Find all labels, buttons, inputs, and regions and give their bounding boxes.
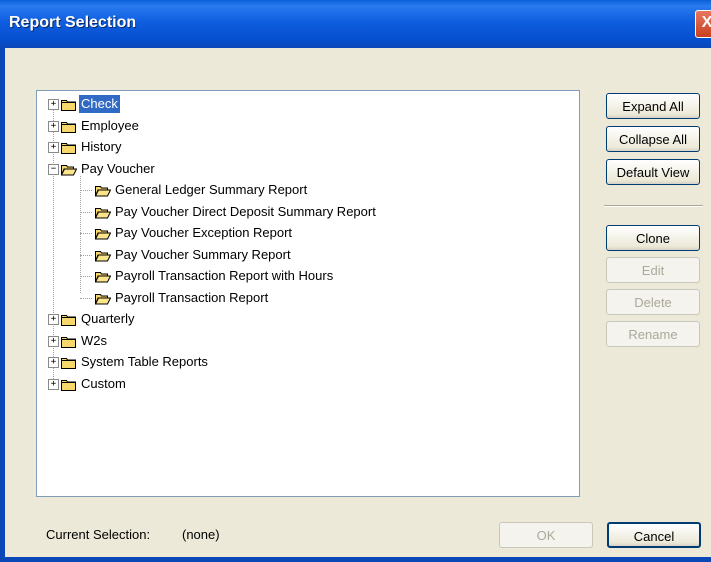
folder-open-icon [94, 292, 112, 304]
tree-child-node[interactable]: Payroll Transaction Report with Hours [37, 267, 579, 285]
collapse-all-button[interactable]: Collapse All [606, 126, 700, 152]
edit-button[interactable]: Edit [606, 257, 700, 283]
rename-button[interactable]: Rename [606, 321, 700, 347]
tree-node-label: Custom [81, 375, 126, 391]
tree-child-label: Pay Voucher Summary Report [115, 246, 291, 262]
tree-node[interactable]: + History [37, 138, 579, 156]
expand-toggle-icon[interactable]: + [48, 314, 59, 325]
tree-child-node[interactable]: Pay Voucher Summary Report [37, 246, 579, 264]
tree-node[interactable]: + Quarterly [37, 310, 579, 328]
default-view-button[interactable]: Default View [606, 159, 700, 185]
tree-node-label: Pay Voucher [81, 160, 155, 176]
clone-button[interactable]: Clone [606, 225, 700, 251]
folder-open-icon [94, 227, 112, 240]
tree-child-label: Pay Voucher Exception Report [115, 225, 293, 240]
tree-node-label: System Table Reports [81, 354, 208, 369]
cancel-button[interactable]: Cancel [607, 522, 701, 548]
tree-node-label: Check [79, 95, 120, 113]
folder-open-icon [94, 249, 112, 261]
tree-node[interactable]: + W2s [37, 332, 579, 350]
tree-node-label: Quarterly [81, 311, 135, 326]
folder-icon [61, 356, 77, 369]
expand-toggle-icon[interactable]: + [48, 378, 59, 390]
window-frame-left [0, 48, 5, 562]
folder-icon [61, 98, 77, 111]
expand-toggle-icon[interactable]: + [48, 120, 59, 132]
tree-child-label: Pay Voucher Direct Deposit Summary Repor… [115, 203, 376, 219]
current-selection-label: Current Selection: [46, 527, 151, 542]
folder-icon [61, 141, 77, 154]
tree-connector-line [80, 190, 92, 191]
delete-button[interactable]: Delete [606, 289, 700, 315]
report-selection-dialog: Report Selection X + Check + Employee + Histo… [0, 0, 711, 562]
close-button[interactable]: X [695, 10, 711, 38]
tree-child-label: General Ledger Summary Report [115, 182, 308, 197]
report-tree[interactable]: + Check + Employee + History − Pay Voucher Gener… [36, 90, 580, 497]
tree-child-node[interactable]: Payroll Transaction Report [37, 289, 579, 307]
folder-open-icon [94, 206, 112, 218]
tree-node[interactable]: + Employee [37, 117, 579, 135]
expand-all-button[interactable]: Expand All [606, 93, 700, 119]
tree-node-label: W2s [81, 332, 107, 348]
tree-node[interactable]: + System Table Reports [37, 353, 579, 371]
button-separator [604, 205, 703, 207]
tree-node[interactable]: − Pay Voucher [37, 160, 579, 178]
tree-node-label: History [81, 139, 122, 154]
expand-toggle-icon[interactable]: + [48, 357, 59, 368]
tree-child-node[interactable]: Pay Voucher Exception Report [37, 224, 579, 242]
folder-open-icon [94, 270, 112, 283]
folder-open-icon [94, 184, 112, 197]
tree-child-node[interactable]: Pay Voucher Direct Deposit Summary Repor… [37, 203, 579, 221]
window-title: Report Selection [9, 14, 137, 31]
ok-button[interactable]: OK [499, 522, 593, 548]
tree-connector-line [80, 297, 92, 299]
tree-child-label: Payroll Transaction Report [115, 289, 269, 305]
tree-child-label: Payroll Transaction Report with Hours [115, 268, 334, 283]
folder-icon [61, 120, 77, 133]
tree-node[interactable]: + Check [37, 95, 579, 113]
tree-child-node[interactable]: General Ledger Summary Report [37, 181, 579, 199]
expand-toggle-icon[interactable]: + [48, 335, 59, 347]
folder-icon [61, 313, 77, 326]
window-frame-bottom [0, 557, 711, 562]
tree-node-label: Employee [81, 117, 139, 133]
expand-toggle-icon[interactable]: + [48, 99, 59, 110]
tree-connector-line [80, 254, 92, 256]
tree-node[interactable]: + Custom [37, 375, 579, 393]
tree-connector-line [80, 211, 92, 213]
tree-connector-line [80, 175, 81, 293]
expand-toggle-icon[interactable]: + [48, 142, 59, 153]
tree-connector-line [80, 233, 92, 234]
folder-icon [61, 378, 77, 391]
folder-icon [61, 335, 77, 348]
current-selection-value: (none) [182, 527, 220, 542]
folder-open-icon [60, 163, 78, 175]
tree-connector-line [80, 276, 92, 277]
title-bar[interactable]: Report Selection [0, 0, 711, 48]
collapse-toggle-icon[interactable]: − [48, 163, 59, 175]
